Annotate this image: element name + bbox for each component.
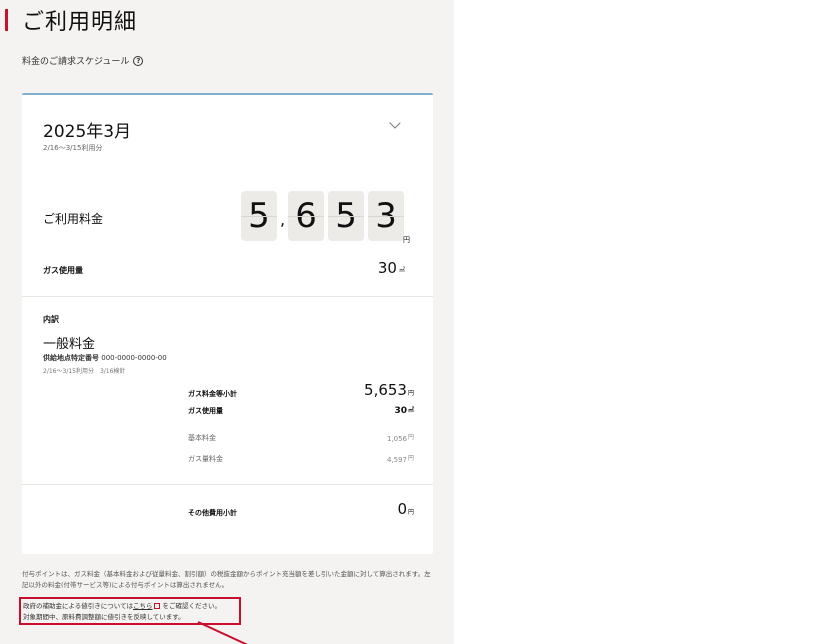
billing-schedule-label: 料金のご請求スケジュール bbox=[22, 57, 130, 67]
row-label: ガス使用量 bbox=[188, 407, 223, 415]
annotation-arrow bbox=[197, 621, 249, 644]
row-number: 0 bbox=[397, 500, 407, 518]
row-unit: 円 bbox=[407, 509, 414, 516]
amount-digit: 5 bbox=[328, 191, 365, 241]
points-note: 付与ポイントは、ガス料金（基本料金および従量料金、割引額）の税抜金額からポイント… bbox=[22, 570, 431, 589]
base-fee-row: 基本料金 1,056 円 bbox=[188, 432, 414, 443]
breakdown-heading: 内訳 bbox=[43, 315, 59, 324]
amount-digit: 5 bbox=[241, 191, 277, 241]
row-label: ガス量料金 bbox=[188, 455, 223, 463]
row-label: 基本料金 bbox=[188, 434, 216, 442]
gas-subtotal-row: ガス料金等小計 5,653 円 bbox=[188, 381, 414, 399]
content-panel: ご利用明細 料金のご請求スケジュール ? 2025年3月 2/16〜3/15利用… bbox=[0, 0, 454, 644]
row-unit: 円 bbox=[407, 434, 414, 441]
billing-schedule-link[interactable]: 料金のご請求スケジュール ? bbox=[22, 54, 144, 67]
subsidy-line-1: 政府の補助金による値引きについてはこちら をご確認ください。 bbox=[23, 601, 237, 612]
subsidy-text: 政府の補助金による値引きについては bbox=[23, 602, 133, 610]
row-unit: 円 bbox=[407, 455, 414, 462]
row-number: 4,597 bbox=[386, 456, 407, 464]
subsidy-link[interactable]: こちら bbox=[133, 602, 153, 610]
row-label: ガス料金等小計 bbox=[188, 390, 237, 398]
amount-separator: , bbox=[280, 210, 286, 229]
title-accent-bar bbox=[5, 9, 8, 31]
page-title: ご利用明細 bbox=[22, 10, 138, 35]
gas-usage-label: ガス使用量 bbox=[43, 266, 83, 275]
help-icon[interactable]: ? bbox=[133, 55, 144, 66]
gas-usage-row: ガス使用量 30 ㎥ bbox=[188, 405, 414, 416]
bill-card: 2025年3月 2/16〜3/15利用分 ご利用料金 5 , 6 5 3 円 ガ… bbox=[22, 93, 433, 554]
gas-usage-value: 30 ㎥ bbox=[378, 259, 405, 277]
row-unit: 円 bbox=[407, 390, 414, 397]
chevron-down-icon[interactable] bbox=[389, 117, 401, 129]
row-value: 1,056 円 bbox=[387, 432, 414, 443]
row-value: 5,653 円 bbox=[364, 381, 414, 399]
row-value: 4,597 円 bbox=[387, 453, 414, 464]
row-unit: ㎥ bbox=[407, 407, 414, 414]
amount-digit: 6 bbox=[288, 191, 325, 241]
row-number: 30 bbox=[394, 406, 407, 416]
row-number: 5,653 bbox=[364, 381, 407, 399]
section-divider bbox=[22, 296, 433, 297]
section-divider bbox=[22, 484, 433, 485]
meter-reading-info: 2/16〜3/15利用分 3/16検針 bbox=[43, 368, 126, 375]
supply-point-value: 000-0000-0000-00 bbox=[101, 354, 167, 362]
row-label: その他費用小計 bbox=[188, 509, 237, 517]
usage-fee-label: ご利用料金 bbox=[43, 212, 104, 226]
external-link-icon bbox=[154, 603, 161, 609]
row-value: 0 円 bbox=[397, 500, 414, 518]
bill-period: 2/16〜3/15利用分 bbox=[43, 144, 103, 152]
supply-point-number: 供給地点特定番号 000-0000-0000-00 bbox=[43, 353, 167, 363]
bill-month: 2025年3月 bbox=[43, 122, 132, 142]
other-subtotal-row: その他費用小計 0 円 bbox=[188, 500, 414, 518]
amount-digits: 5 , 6 5 3 bbox=[241, 191, 408, 241]
row-number: 1,056 bbox=[386, 435, 407, 443]
plan-name: 一般料金 bbox=[43, 337, 96, 352]
amount-digit: 3 bbox=[368, 191, 405, 241]
gas-usage-unit: ㎥ bbox=[398, 267, 405, 274]
supply-point-label: 供給地点特定番号 bbox=[43, 354, 99, 362]
subsidy-text: をご確認ください。 bbox=[162, 602, 221, 610]
gas-usage-number: 30 bbox=[377, 259, 397, 277]
volume-fee-row: ガス量料金 4,597 円 bbox=[188, 453, 414, 464]
row-value: 30 ㎥ bbox=[394, 405, 414, 416]
amount-unit: 円 bbox=[403, 236, 410, 244]
